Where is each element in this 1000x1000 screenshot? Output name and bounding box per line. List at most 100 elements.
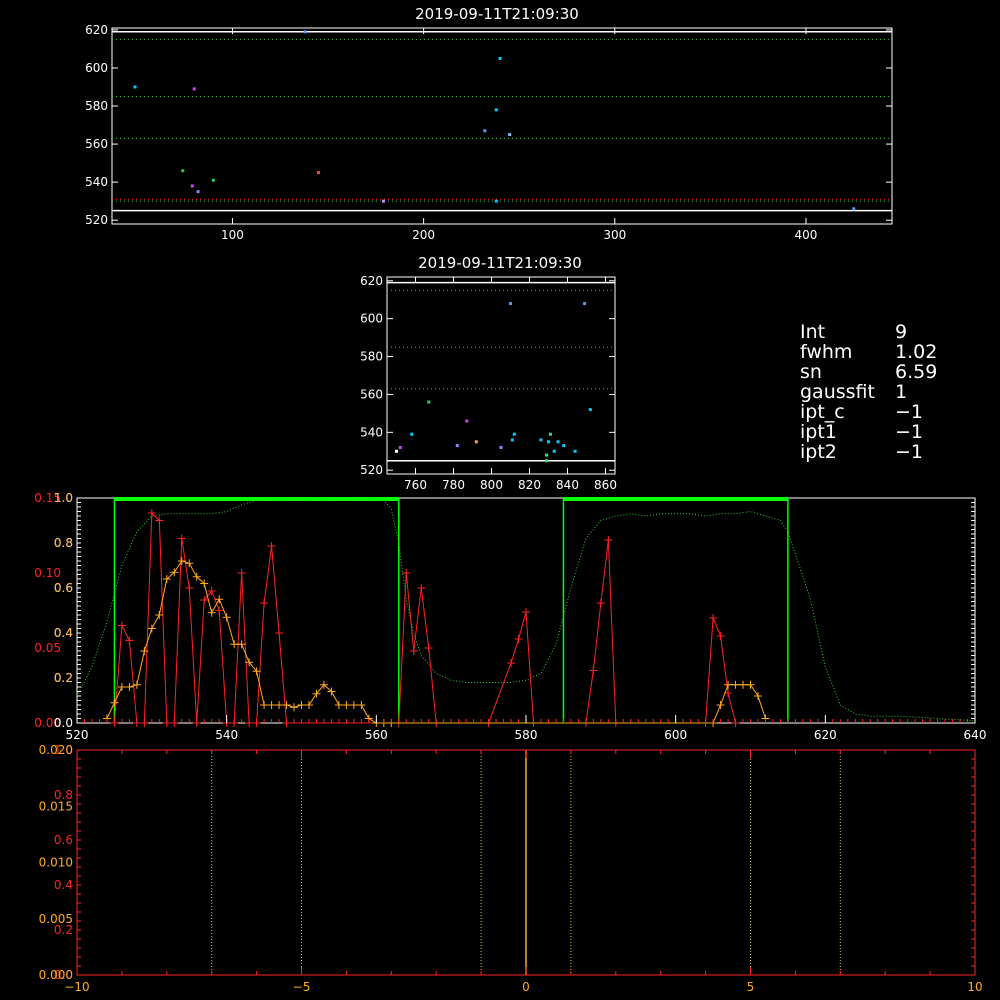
y-tick-label-orange: 0.2: [54, 671, 73, 685]
y-tick-label-red: 0.10: [34, 566, 61, 580]
red-series-marker: [716, 632, 725, 640]
scatter-point: [556, 440, 560, 444]
orange-series-marker: [357, 701, 366, 709]
x-tick-label: 0: [522, 980, 530, 994]
scatter-point: [508, 133, 512, 137]
middle-scatter-title: 2019-09-11T21:09:30: [418, 254, 582, 272]
red-series-marker: [409, 647, 418, 655]
red-series-marker: [117, 621, 126, 630]
x-tick-label: 100: [221, 228, 244, 242]
x-tick-label: 400: [795, 228, 818, 242]
orange-series-marker: [267, 701, 276, 709]
orange-series-marker: [297, 701, 306, 709]
info-value: 1.02: [895, 341, 938, 363]
orange-series-marker: [155, 611, 164, 619]
red-series-marker: [417, 584, 426, 592]
info-value: −1: [895, 401, 924, 423]
info-value: −1: [895, 441, 924, 463]
y-tick-label-orange: 0.6: [54, 581, 73, 595]
y-tick-label: 520: [85, 213, 108, 227]
orange-series-marker: [334, 701, 343, 709]
y-tick-label: 600: [85, 61, 108, 75]
red-series-marker: [522, 608, 530, 616]
red-series-marker: [237, 569, 246, 577]
info-key: sn: [800, 361, 822, 383]
y-tick-label-orange: 1.0: [54, 491, 73, 505]
scatter-point: [316, 171, 320, 175]
x-tick-label: 10: [967, 980, 982, 994]
x-tick-label: 760: [404, 478, 427, 492]
scatter-point: [852, 207, 856, 211]
x-tick-label: 860: [594, 478, 617, 492]
red-series-marker: [402, 569, 411, 577]
x-tick-label: 580: [515, 728, 538, 742]
info-key: Int: [800, 321, 826, 343]
scatter-point: [494, 199, 498, 203]
orange-series-marker: [207, 608, 216, 617]
x-tick-label: −10: [64, 980, 89, 994]
y-tick-label: 600: [360, 312, 383, 326]
y-tick-label-orange: 0.005: [39, 912, 73, 926]
y-tick-label-orange: 0.020: [39, 743, 73, 757]
red-series-marker: [424, 644, 433, 652]
x-tick-label: 200: [412, 228, 435, 242]
scatter-point: [494, 108, 498, 112]
scatter-point: [545, 459, 549, 463]
scatter-point: [545, 453, 549, 457]
orange-series-marker: [147, 624, 156, 633]
x-tick-label: −5: [293, 980, 311, 994]
spectrum-panel: 520 540 560 580 600 620 6400.000.050.100.150.0…: [34, 491, 986, 742]
orange-series-marker: [724, 680, 733, 689]
y-tick-label-white: 0.0: [54, 716, 73, 730]
orange-series-marker: [260, 701, 269, 709]
orange-series-marker: [342, 701, 351, 709]
scatter-point: [427, 400, 431, 404]
scatter-point: [498, 56, 502, 60]
scatter-point: [196, 190, 200, 194]
x-tick-label: 5: [747, 980, 755, 994]
scatter-point: [190, 184, 194, 188]
orange-series-marker: [304, 701, 313, 709]
x-tick-label: 620: [814, 728, 837, 742]
y-tick-label-red: 0.4: [54, 878, 73, 892]
x-tick-label: 640: [964, 728, 987, 742]
y-tick-label: 580: [85, 99, 108, 113]
y-tick-label: 560: [360, 387, 383, 401]
x-tick-label: 840: [556, 478, 579, 492]
scatter-point: [465, 419, 469, 423]
scatter-point: [539, 438, 543, 442]
red-series-marker: [177, 534, 186, 543]
info-row: ipt1 −1: [800, 422, 937, 442]
figure-canvas: 2019-09-11T21:09:30 100 200 300 40052054056…: [34, 5, 986, 994]
orange-series-marker: [275, 701, 284, 709]
info-value: −1: [895, 421, 924, 443]
scatter-point: [548, 432, 552, 436]
scatter-point: [211, 178, 215, 182]
red-series-marker: [267, 542, 276, 550]
info-value: 6.59: [895, 361, 938, 383]
scatter-point: [381, 199, 385, 203]
info-key: ipt_c: [800, 401, 845, 423]
y-tick-label: 560: [85, 137, 108, 151]
x-tick-label: 540: [215, 728, 238, 742]
scatter-point: [483, 129, 487, 133]
top-scatter-title: 2019-09-11T21:09:30: [415, 5, 579, 23]
orange-series-marker: [739, 680, 748, 689]
scatter-point: [398, 445, 402, 449]
orange-series-marker: [282, 701, 291, 709]
info-row: gaussfit 1: [800, 382, 937, 402]
orange-series-marker: [731, 680, 740, 689]
red-series-marker: [709, 614, 718, 622]
y-tick-label: 620: [360, 274, 383, 288]
y-tick-label-orange: 0.8: [54, 536, 73, 550]
orange-series-marker: [110, 698, 119, 707]
orange-series-marker: [230, 640, 239, 649]
scatter-point: [588, 408, 592, 412]
scatter-point: [562, 444, 566, 448]
y-tick-label: 520: [360, 463, 383, 477]
x-tick-label: 820: [518, 478, 541, 492]
info-row: ipt_c −1: [800, 402, 937, 422]
y-tick-label-orange: 0.010: [39, 856, 73, 870]
info-key: fwhm: [800, 341, 853, 363]
y-tick-label: 540: [85, 175, 108, 189]
